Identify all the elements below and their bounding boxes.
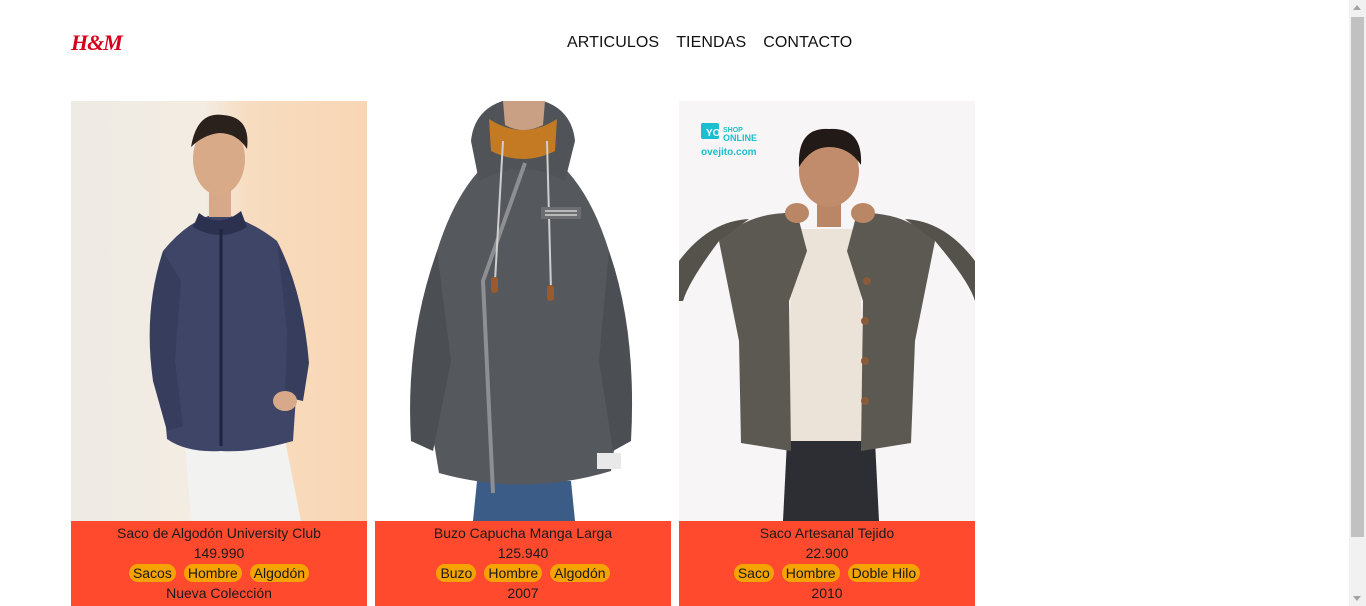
tag-badge[interactable]: Algodón (550, 564, 610, 582)
brand-logo[interactable]: H&M (71, 31, 123, 55)
scroll-down-arrow-icon[interactable] (1353, 596, 1361, 601)
svg-text:ovejito.com: ovejito.com (701, 147, 757, 158)
tag-badge[interactable]: Saco (733, 564, 774, 582)
scrollbar-thumb[interactable] (1351, 17, 1364, 537)
product-photo[interactable] (375, 101, 671, 521)
tag-badge[interactable]: Buzo (436, 564, 477, 582)
product-price: 125.940 (497, 545, 549, 561)
nav-item-articulos[interactable]: ARTICULOS (567, 34, 659, 52)
product-info: Saco Artesanal Tejido 22.900 Saco Hombre… (679, 521, 975, 606)
product-footer-note: 2010 (811, 585, 843, 601)
product-footer-note: Nueva Colección (166, 585, 272, 601)
vertical-scrollbar[interactable] (1349, 0, 1366, 606)
product-price: 22.900 (805, 545, 849, 561)
main-nav: ARTICULOS TIENDAS CONTACTO (567, 34, 852, 52)
product-card[interactable]: YO SHOP ONLINE ovejito.com Saco Artesana… (679, 101, 975, 606)
product-grid: Saco de Algodón University Club 149.990 … (71, 101, 975, 606)
product-name[interactable]: Saco de Algodón University Club (71, 523, 367, 543)
product-tags: Buzo Hombre Algodón (375, 563, 671, 583)
tag-badge[interactable]: Hombre (484, 564, 543, 582)
product-footer-note: 2007 (507, 585, 539, 601)
product-tags: Sacos Hombre Algodón (71, 563, 367, 583)
product-photo[interactable]: YO SHOP ONLINE ovejito.com (679, 101, 975, 521)
nav-item-contacto[interactable]: CONTACTO (763, 34, 852, 52)
nav-item-tiendas[interactable]: TIENDAS (676, 34, 746, 52)
tag-badge[interactable]: Hombre (781, 564, 840, 582)
product-info: Saco de Algodón University Club 149.990 … (71, 521, 367, 606)
product-info: Buzo Capucha Manga Larga 125.940 Buzo Ho… (375, 521, 671, 606)
product-name[interactable]: Buzo Capucha Manga Larga (375, 523, 671, 543)
product-name[interactable]: Saco Artesanal Tejido (679, 523, 975, 543)
product-card[interactable]: Saco de Algodón University Club 149.990 … (71, 101, 367, 606)
tag-badge[interactable]: Algodón (249, 564, 310, 582)
tag-badge[interactable]: Sacos (128, 564, 176, 582)
product-photo[interactable] (71, 101, 367, 521)
tag-badge[interactable]: Hombre (183, 564, 242, 582)
scroll-up-arrow-icon[interactable] (1353, 5, 1361, 10)
product-tags: Saco Hombre Doble Hilo (679, 563, 975, 583)
product-card[interactable]: Buzo Capucha Manga Larga 125.940 Buzo Ho… (375, 101, 671, 606)
svg-text:ONLINE: ONLINE (723, 133, 757, 143)
product-price: 149.990 (193, 545, 245, 561)
svg-text:YO: YO (706, 128, 721, 139)
tag-badge[interactable]: Doble Hilo (847, 564, 921, 582)
